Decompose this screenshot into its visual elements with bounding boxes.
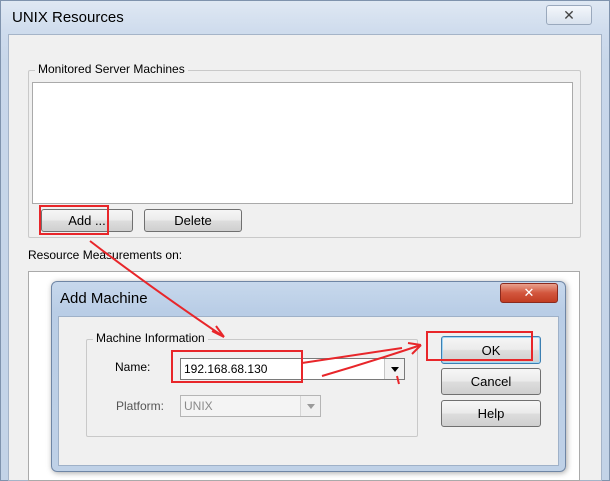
delete-button[interactable]: Delete (144, 209, 242, 232)
annotation-box-name (171, 350, 303, 383)
close-icon: ✕ (523, 285, 535, 300)
annotation-box-add (39, 205, 109, 235)
chevron-down-icon (390, 366, 399, 372)
cancel-button[interactable]: Cancel (441, 368, 541, 395)
platform-value: UNIX (184, 399, 213, 413)
measurements-label: Resource Measurements on: (28, 248, 183, 262)
annotation-box-ok (426, 331, 533, 361)
close-icon: ✕ (563, 6, 575, 23)
dialog-title: Add Machine (60, 290, 148, 307)
platform-dropdown-button (300, 396, 320, 416)
delete-button-label: Delete (174, 213, 212, 228)
close-button[interactable]: ✕ (546, 5, 592, 25)
platform-label: Platform: (116, 399, 165, 413)
monitored-servers-label: Monitored Server Machines (35, 62, 188, 76)
cancel-button-label: Cancel (470, 374, 512, 389)
platform-select: UNIX (180, 395, 321, 417)
name-label: Name: (115, 360, 151, 374)
help-button-label: Help (477, 406, 505, 421)
chevron-down-icon (306, 403, 315, 409)
machine-info-label: Machine Information (93, 331, 208, 345)
help-button[interactable]: Help (441, 400, 541, 427)
name-dropdown-button[interactable] (384, 359, 404, 379)
dialog-close-button[interactable]: ✕ (500, 283, 558, 303)
monitored-servers-list[interactable] (32, 82, 573, 204)
window-title: UNIX Resources (12, 9, 124, 26)
